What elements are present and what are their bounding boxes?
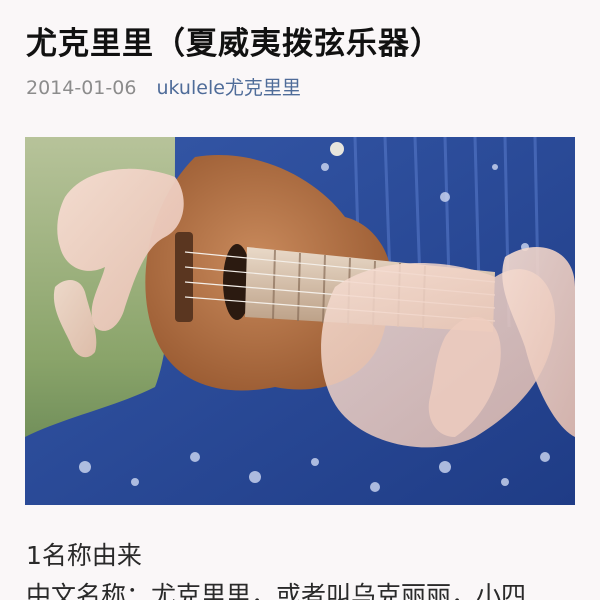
ukulele-photo-icon xyxy=(25,137,575,505)
article-page: 尤克里里（夏威夷拨弦乐器） 2014-01-06 ukulele尤克里里 1名称… xyxy=(0,0,600,600)
section-heading: 1名称由来 xyxy=(26,541,142,570)
article-meta: 2014-01-06 ukulele尤克里里 xyxy=(26,74,301,102)
article-body-text: 中文名称：尤克里里，或者叫乌克丽丽，小四 xyxy=(26,581,527,600)
article-title: 尤克里里（夏威夷拨弦乐器） xyxy=(26,26,442,62)
publish-date: 2014-01-06 xyxy=(26,77,137,99)
author-link[interactable]: ukulele尤克里里 xyxy=(156,77,300,99)
hero-image[interactable] xyxy=(25,137,575,505)
